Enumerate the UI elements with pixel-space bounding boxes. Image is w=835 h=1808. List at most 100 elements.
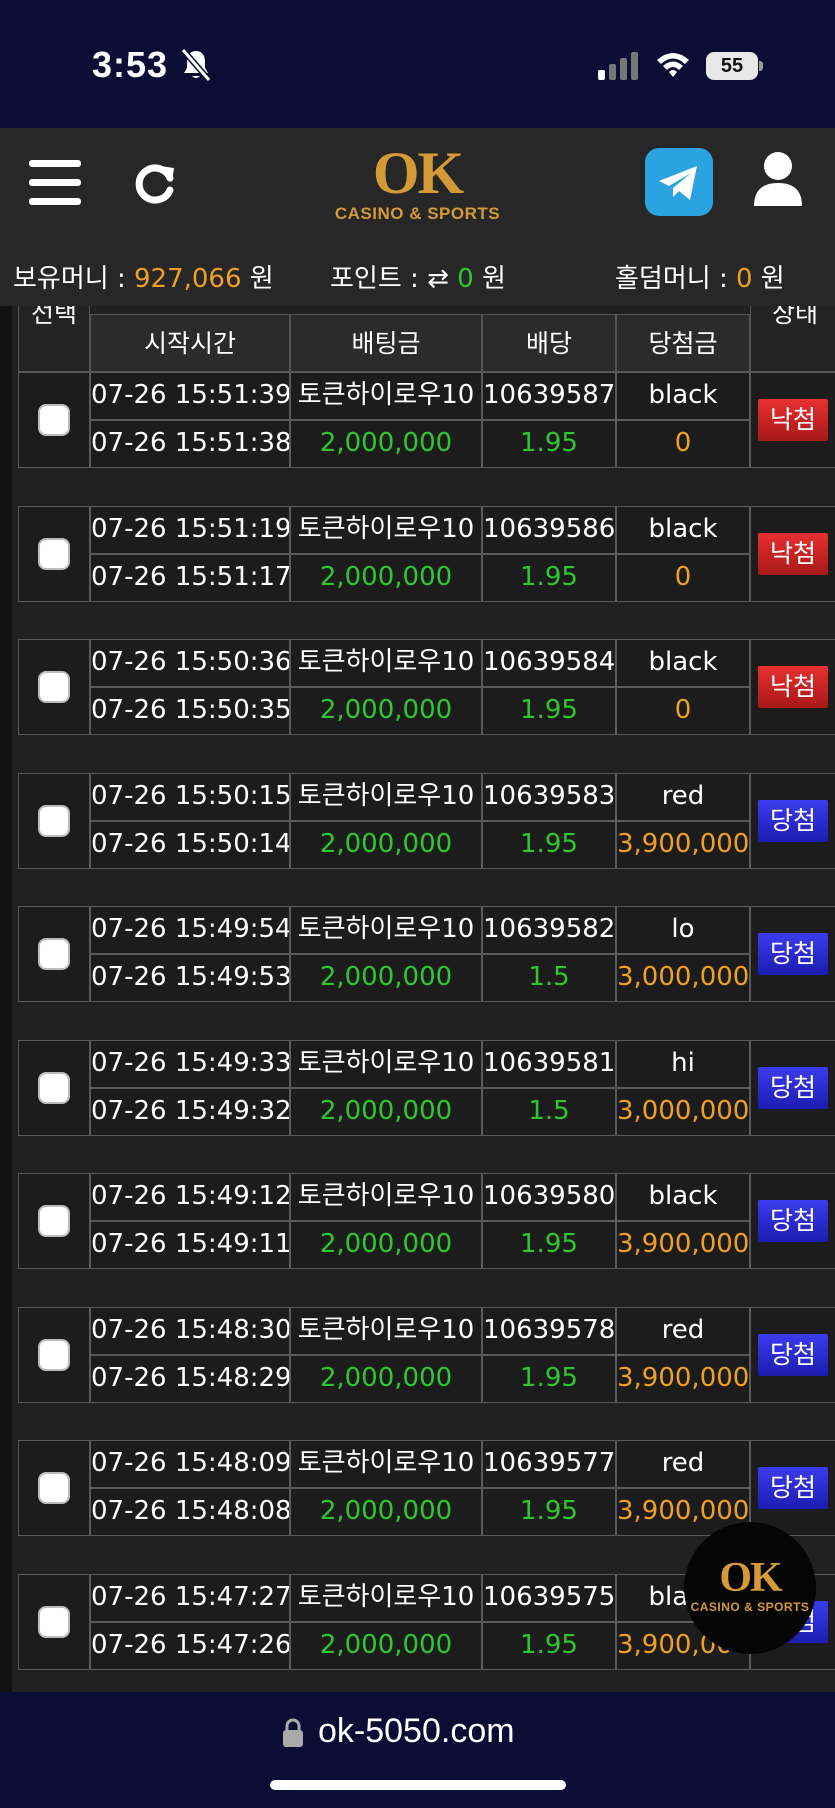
cell-round: 10639578 [482, 1306, 616, 1355]
header-bet-amount: 배팅금 [290, 314, 482, 372]
row-checkbox[interactable] [38, 537, 70, 570]
row-checkbox[interactable] [38, 404, 70, 436]
cell-time1: 07-26 15:51:19 [90, 505, 290, 554]
battery-level: 55 [706, 52, 758, 80]
money-label: 보유머니 : [13, 264, 126, 294]
cell-odds: 1.95 [482, 420, 616, 468]
browser-url-bar: ok-5050.com [0, 1692, 835, 1808]
app-header: OK CASINO & SPORTS [0, 128, 835, 248]
home-indicator[interactable] [270, 1780, 566, 1790]
cell-round: 10639587 [482, 372, 616, 420]
cell-odds: 1.5 [482, 954, 616, 1002]
cell-time2: 07-26 15:48:29 [90, 1354, 290, 1403]
logo-text: OK [372, 140, 464, 206]
cell-time2: 07-26 15:48:08 [90, 1488, 290, 1536]
site-logo[interactable]: OK CASINO & SPORTS [330, 142, 505, 234]
table-header: 선택 시작시간 배팅금 배당 당첨금 상태 [18, 306, 835, 372]
row-checkbox[interactable] [38, 1071, 70, 1104]
cell-time1: 07-26 15:47:27 [90, 1573, 290, 1622]
wifi-icon [657, 53, 689, 77]
cell-pick: red [616, 1306, 750, 1355]
cell-amount: 2,000,000 [290, 1488, 482, 1536]
holdem-label: 홀덤머니 : [615, 264, 728, 294]
cell-amount: 2,000,000 [290, 1087, 482, 1136]
cell-game: 토큰하이로우10 [290, 505, 482, 554]
row-checkbox[interactable] [38, 1338, 70, 1371]
cell-odds: 1.95 [482, 1221, 616, 1269]
cell-amount: 2,000,000 [290, 420, 482, 468]
cell-round: 10639583 [482, 772, 616, 821]
url-text[interactable]: ok-5050.com [318, 1712, 515, 1751]
header-status: 상태 [750, 306, 835, 372]
cell-game: 토큰하이로우10 [290, 772, 482, 821]
cell-pick: red [616, 1440, 750, 1488]
cell-time2: 07-26 15:51:38 [90, 420, 290, 468]
cell-time1: 07-26 15:49:54 [90, 906, 290, 954]
status-bar: 3:53 55 [0, 0, 835, 128]
cell-win: 0 [616, 687, 750, 735]
table-row: 07-26 15:49:33 07-26 15:49:32 토큰하이로우10 2,00… [18, 1039, 835, 1138]
cell-round: 10639581 [482, 1039, 616, 1088]
row-checkbox[interactable] [38, 1472, 70, 1504]
row-checkbox[interactable] [38, 1605, 70, 1638]
menu-icon[interactable] [29, 160, 81, 206]
cell-odds: 1.95 [482, 553, 616, 602]
cell-time2: 07-26 15:51:17 [90, 553, 290, 602]
cell-time2: 07-26 15:49:11 [90, 1221, 290, 1269]
lock-icon [283, 1718, 303, 1747]
logo-subtitle: CASINO & SPORTS [334, 204, 501, 223]
cellular-signal-icon [598, 52, 638, 80]
telegram-icon [659, 166, 697, 200]
cell-time2: 07-26 15:50:35 [90, 687, 290, 735]
header-odds: 배당 [482, 314, 616, 372]
floating-logo-subtitle: CASINO & SPORTS [690, 1600, 810, 1614]
row-checkbox[interactable] [38, 804, 70, 837]
telegram-button[interactable] [645, 148, 713, 216]
header-start-time: 시작시간 [90, 314, 290, 372]
row-checkbox[interactable] [38, 938, 70, 970]
cell-round: 10639584 [482, 639, 616, 687]
floating-logo-button[interactable]: OK CASINO & SPORTS [684, 1522, 816, 1654]
user-icon[interactable] [752, 150, 804, 206]
holdem-unit: 원 [760, 264, 785, 294]
point-value: 0 [457, 264, 474, 294]
table-row: 07-26 15:49:12 07-26 15:49:11 토큰하이로우10 2,00… [18, 1173, 835, 1271]
status-badge: 당첨 [758, 1333, 828, 1376]
floating-logo-text: OK [719, 1555, 782, 1601]
table-row: 07-26 15:50:15 07-26 15:50:14 토큰하이로우10 2,00… [18, 772, 835, 871]
cell-pick: black [616, 372, 750, 420]
cell-amount: 2,000,000 [290, 1221, 482, 1269]
cell-pick: hi [616, 1039, 750, 1088]
cell-game: 토큰하이로우10 [290, 1573, 482, 1622]
status-badge: 당첨 [758, 799, 828, 842]
refresh-icon[interactable] [130, 158, 180, 208]
money-balance: 보유머니 : 927,066 원 [13, 258, 274, 295]
cell-time1: 07-26 15:48:30 [90, 1306, 290, 1355]
exchange-icon[interactable]: ⇄ [427, 264, 449, 294]
clock: 3:53 [92, 44, 169, 85]
cell-pick: red [616, 772, 750, 821]
cell-win: 0 [616, 420, 750, 468]
cell-win: 0 [616, 553, 750, 602]
cell-game: 토큰하이로우10 [290, 639, 482, 687]
money-value: 927,066 [133, 264, 242, 294]
bet-history-panel: 선택 시작시간 배팅금 배당 당첨금 상태 07-26 15:51:39 07-2… [0, 306, 835, 1692]
table-row: 07-26 15:49:54 07-26 15:49:53 토큰하이로우10 2,00… [18, 906, 835, 1004]
cell-round: 10639582 [482, 906, 616, 954]
cell-pick: black [616, 505, 750, 554]
bell-muted-icon [180, 48, 212, 82]
cell-odds: 1.5 [482, 1087, 616, 1136]
cell-pick: lo [616, 906, 750, 954]
cell-time2: 07-26 15:47:26 [90, 1621, 290, 1670]
cell-game: 토큰하이로우10 [290, 1173, 482, 1221]
cell-time1: 07-26 15:50:36 [90, 639, 290, 687]
row-checkbox[interactable] [38, 1205, 70, 1237]
cell-odds: 1.95 [482, 687, 616, 735]
header-win-amount: 당첨금 [616, 314, 750, 372]
cell-round: 10639575 [482, 1573, 616, 1622]
cell-amount: 2,000,000 [290, 1621, 482, 1670]
status-badge: 당첨 [758, 1200, 828, 1242]
table-row: 07-26 15:48:30 07-26 15:48:29 토큰하이로우10 2,00… [18, 1306, 835, 1405]
row-checkbox[interactable] [38, 671, 70, 703]
cell-round: 10639577 [482, 1440, 616, 1488]
